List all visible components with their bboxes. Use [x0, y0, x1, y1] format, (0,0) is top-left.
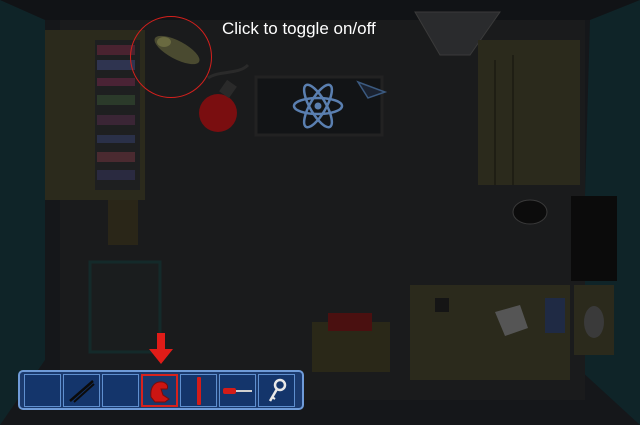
left-wall	[0, 0, 45, 425]
game-scene: Click to toggle on/off	[0, 0, 640, 425]
red-rod-icon	[196, 376, 201, 405]
inventory-slot-red-glove[interactable]	[141, 374, 178, 407]
room-view	[0, 0, 640, 425]
wall-panel[interactable]	[571, 196, 617, 281]
screwdriver-icon	[222, 387, 252, 394]
tweezers-icon	[68, 379, 95, 403]
inventory-slot-screwdriver[interactable]	[219, 374, 256, 407]
inventory-bar	[18, 370, 304, 410]
inventory-slot-red-rod[interactable]	[180, 374, 217, 407]
toggle-hint-text: Click to toggle on/off	[222, 19, 376, 38]
inventory-slot-tweezers[interactable]	[63, 374, 100, 407]
inventory-slot-key[interactable]	[258, 374, 295, 407]
back-wall-top	[0, 0, 640, 20]
key-icon	[268, 378, 286, 402]
wardrobe[interactable]	[478, 40, 580, 185]
inventory-slot-empty[interactable]	[24, 374, 61, 407]
lamp-toggle-button[interactable]	[145, 26, 205, 70]
red-glove-icon	[149, 380, 170, 402]
trash-can[interactable]	[512, 199, 548, 225]
atom-poster[interactable]	[254, 75, 388, 137]
inventory-slot-empty[interactable]	[102, 374, 139, 407]
selected-slot-arrow-icon	[149, 333, 173, 364]
small-cabinet	[108, 200, 138, 245]
